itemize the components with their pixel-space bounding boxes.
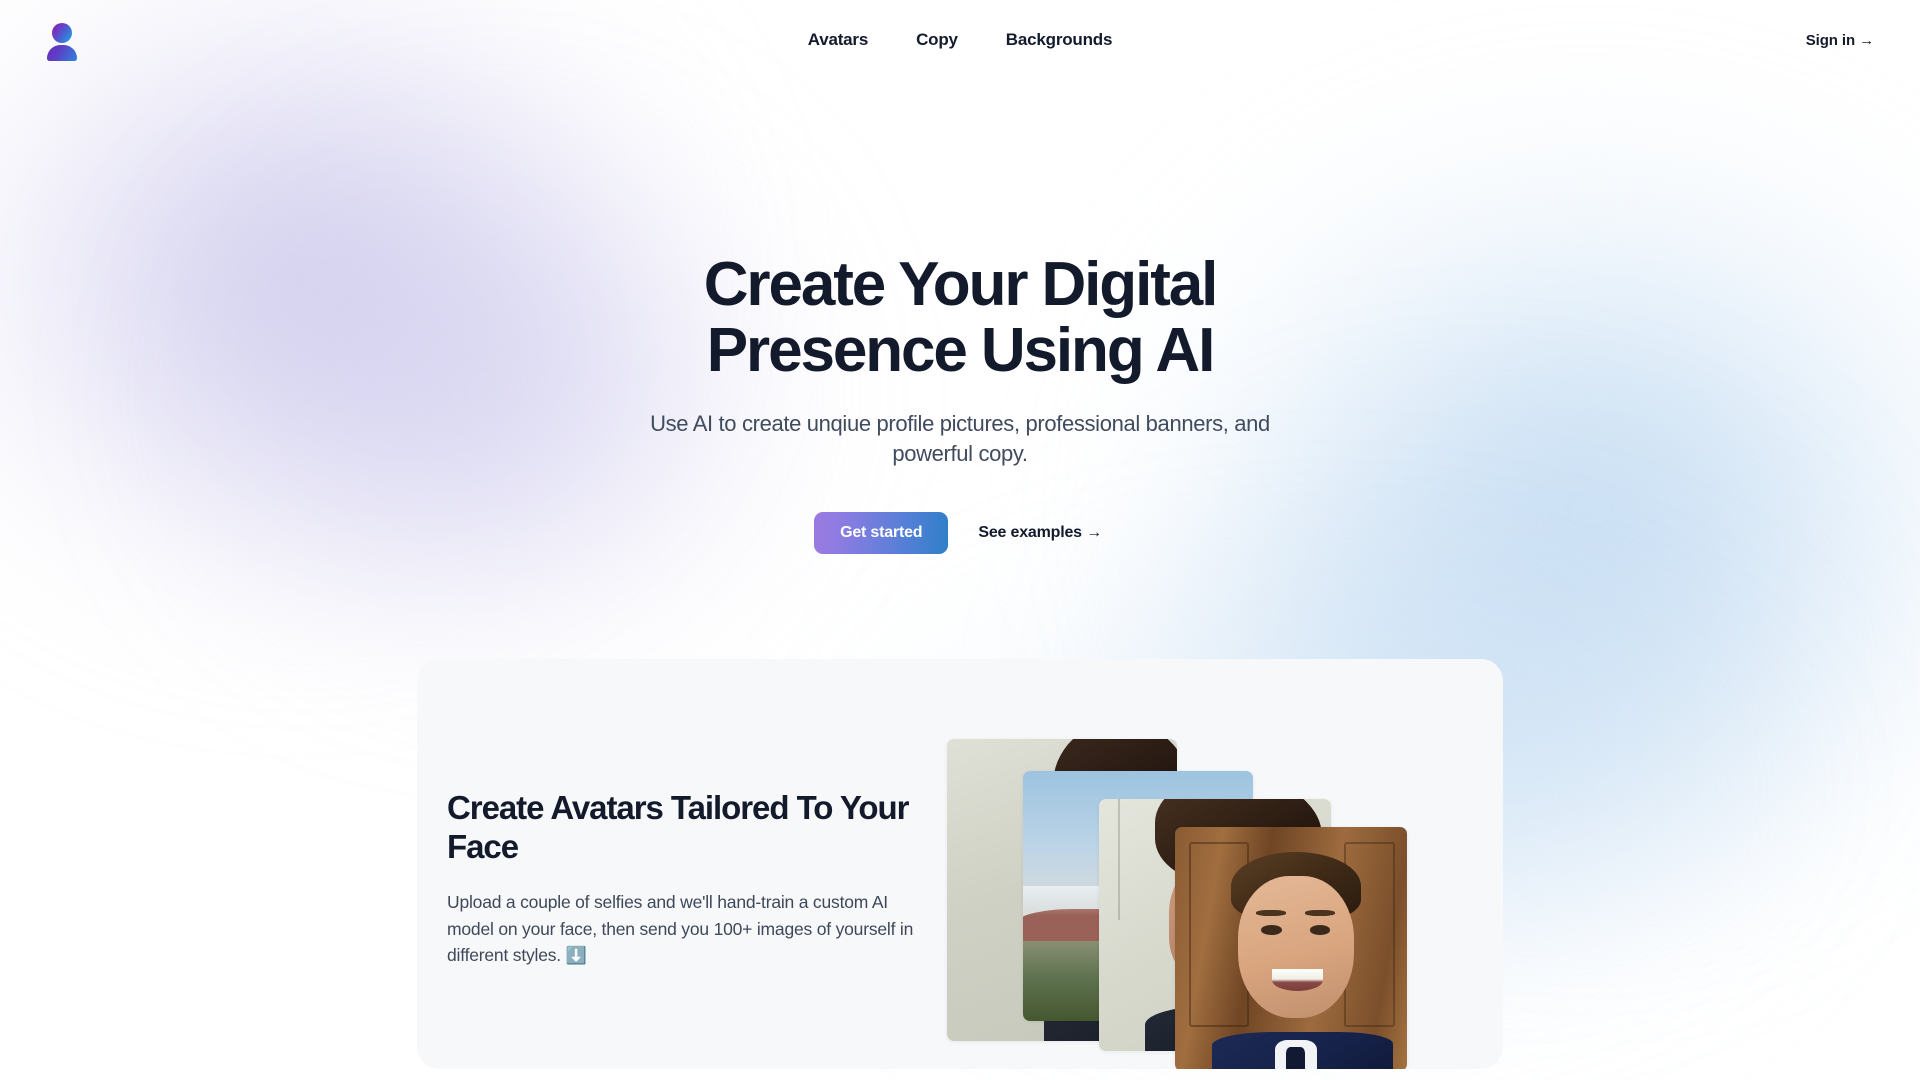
avatar-logo-icon[interactable] (46, 23, 78, 61)
hero-title-line-2: Presence Using AI (706, 315, 1216, 385)
nav-item-avatars[interactable]: Avatars (808, 30, 869, 50)
photo4-eye-left (1260, 924, 1282, 935)
hero-cta-group: Get started See examples → (0, 512, 1920, 555)
hero-subtitle: Use AI to create unqiue profile pictures… (650, 411, 1270, 467)
collage-photo-4[interactable] (1175, 827, 1407, 1070)
hero-section: Create Your Digital Presence Using AI Us… (0, 80, 1920, 555)
photo4-tie-shape (1286, 1046, 1305, 1070)
main-navigation: Avatars Copy Backgrounds (808, 30, 1113, 50)
photo4-eye-right (1309, 924, 1331, 935)
hero-title: Create Your Digital Presence Using AI (610, 252, 1310, 383)
collage-photo-4-art (1175, 827, 1407, 1070)
feature-text-block: Create Avatars Tailored To Your Face Upl… (417, 739, 937, 969)
down-arrow-emoji-icon: ⬇️ (565, 946, 587, 966)
avatar-photo-collage (947, 739, 1503, 1070)
photo4-smile-shape (1272, 968, 1324, 991)
feature-description: Upload a couple of selfies and we'll han… (447, 889, 937, 969)
hero-title-line-1: Create Your Digital (703, 250, 1219, 319)
feature-card-avatars: Create Avatars Tailored To Your Face Upl… (417, 659, 1503, 1070)
logo-head-shape (52, 23, 72, 43)
photo3-corner-line (1117, 799, 1120, 921)
feature-title: Create Avatars Tailored To Your Face (447, 789, 909, 866)
nav-item-backgrounds[interactable]: Backgrounds (1006, 30, 1113, 50)
photo4-eyebrow-right (1304, 910, 1336, 917)
see-examples-button[interactable]: See examples → (974, 512, 1106, 554)
sign-in-link[interactable]: Sign in → (1806, 32, 1874, 49)
logo-body-shape (47, 45, 77, 61)
photo4-face-shape (1237, 876, 1354, 1018)
nav-item-copy[interactable]: Copy (916, 30, 958, 50)
photo4-eyebrow-left (1256, 910, 1287, 917)
get-started-button[interactable]: Get started (814, 512, 949, 555)
site-header: Avatars Copy Backgrounds Sign in → (0, 0, 1920, 80)
feature-description-text: Upload a couple of selfies and we'll han… (447, 892, 914, 966)
